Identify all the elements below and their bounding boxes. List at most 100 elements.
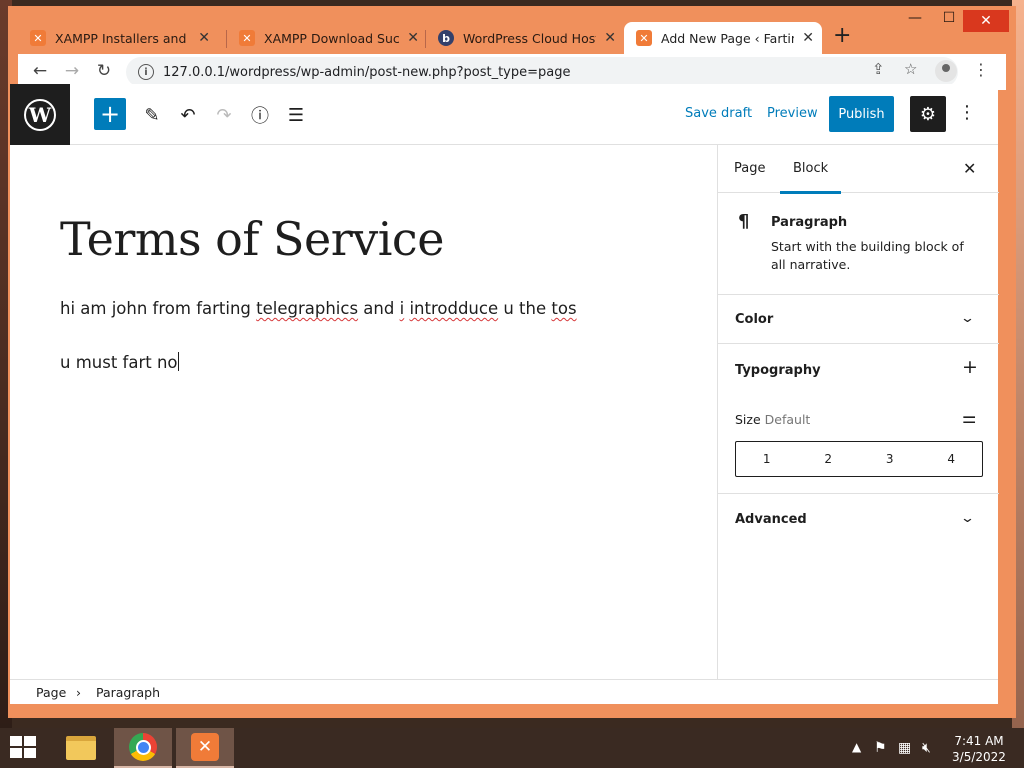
forward-button[interactable]: → xyxy=(60,61,84,81)
save-draft-button[interactable]: Save draft xyxy=(685,106,752,121)
paragraph-icon: ¶ xyxy=(738,211,750,232)
chrome-taskbar-button[interactable] xyxy=(114,728,172,768)
paragraph-text: hi am john from farting xyxy=(60,299,257,318)
chrome-icon xyxy=(129,733,157,761)
advanced-panel[interactable]: Advanced ⌄ xyxy=(718,494,999,544)
paragraph-text: u must fart no xyxy=(60,353,178,372)
chevron-down-icon: ⌄ xyxy=(959,511,976,526)
paragraph-block-active[interactable]: u must fart no xyxy=(60,352,179,372)
profile-avatar[interactable] xyxy=(935,60,957,82)
paragraph-text: u the xyxy=(498,299,552,318)
minimize-button[interactable]: — xyxy=(900,10,930,26)
xampp-icon: ✕ xyxy=(30,30,46,46)
page-title[interactable]: Terms of Service xyxy=(60,212,444,266)
share-icon[interactable]: ⇪ xyxy=(872,60,885,78)
paragraph-block[interactable]: hi am john from farting telegraphics and… xyxy=(60,299,577,318)
wordpress-editor: W + ✎ ↶ ↷ ⓘ ☰ Save draft Preview Publish… xyxy=(10,84,999,704)
tab-page[interactable]: Page xyxy=(734,161,765,176)
settings-gear-icon[interactable]: ⚙ xyxy=(910,96,946,132)
close-tab-icon[interactable]: ✕ xyxy=(407,30,419,46)
close-sidebar-icon[interactable]: ✕ xyxy=(963,159,976,178)
address-bar[interactable]: i 127.0.0.1/wordpress/wp-admin/post-new.… xyxy=(126,57,958,87)
editor-canvas[interactable]: Terms of Service hi am john from farting… xyxy=(10,145,717,679)
misspelled-word: introdduce xyxy=(409,299,499,318)
breadcrumb-item-page[interactable]: Page xyxy=(36,685,66,700)
font-size-option[interactable]: 2 xyxy=(798,442,860,476)
browser-tab[interactable]: b WordPress Cloud Hosting ✕ xyxy=(426,22,624,54)
url-text: 127.0.0.1/wordpress/wp-admin/post-new.ph… xyxy=(163,64,571,80)
editor-header: W + ✎ ↶ ↷ ⓘ ☰ Save draft Preview Publish… xyxy=(10,84,998,145)
details-info-icon[interactable]: ⓘ xyxy=(247,102,273,128)
list-view-icon[interactable]: ☰ xyxy=(283,102,309,128)
paragraph-text: and xyxy=(358,299,400,318)
font-size-option[interactable]: 4 xyxy=(921,442,983,476)
new-tab-button[interactable]: + xyxy=(833,25,851,47)
text-caret xyxy=(177,352,179,371)
font-size-picker: 1 2 3 4 xyxy=(735,441,983,477)
taskbar: ✕ ▲ ⚑ ▦ 🔇︎ 7:41 AM 3/5/2022 xyxy=(0,728,1024,768)
folder-icon xyxy=(66,736,96,760)
volume-muted-icon[interactable]: 🔇︎ xyxy=(922,740,931,756)
advanced-panel-title: Advanced xyxy=(735,512,807,527)
show-hidden-icons-icon[interactable]: ▲ xyxy=(852,740,861,754)
browser-tab[interactable]: ✕ XAMPP Download Succes ✕ xyxy=(227,22,427,54)
custom-size-icon[interactable]: ⚌ xyxy=(962,408,976,427)
close-tab-icon[interactable]: ✕ xyxy=(604,30,616,46)
font-size-option[interactable]: 3 xyxy=(859,442,921,476)
browser-menu-icon[interactable]: ⋮ xyxy=(973,60,989,79)
redo-icon[interactable]: ↷ xyxy=(211,102,237,128)
plus-icon[interactable]: + xyxy=(962,356,978,378)
network-icon[interactable]: ▦ xyxy=(898,740,911,756)
undo-icon[interactable]: ↶ xyxy=(175,102,201,128)
close-tab-icon[interactable]: ✕ xyxy=(802,30,814,46)
site-info-icon[interactable]: i xyxy=(138,64,154,80)
misspelled-word: telegraphics xyxy=(256,299,359,318)
xampp-icon: ✕ xyxy=(191,733,219,761)
misspelled-word: tos xyxy=(551,299,577,318)
tab-label: WordPress Cloud Hosting xyxy=(463,30,596,46)
browser-tab[interactable]: ✕ XAMPP Installers and Do ✕ xyxy=(18,22,218,54)
system-clock[interactable]: 7:41 AM 3/5/2022 xyxy=(948,733,1010,765)
chevron-right-icon: › xyxy=(76,685,81,700)
font-size-option[interactable]: 1 xyxy=(736,442,798,476)
close-tab-icon[interactable]: ✕ xyxy=(198,30,210,46)
options-menu-icon[interactable]: ⋮ xyxy=(958,102,976,123)
wordpress-icon: W xyxy=(24,98,56,131)
wordpress-logo[interactable]: W xyxy=(10,84,70,145)
publish-button[interactable]: Publish xyxy=(829,96,894,132)
block-description: Start with the building block of all nar… xyxy=(771,239,964,272)
font-size-label: Size Default xyxy=(735,412,810,427)
action-center-flag-icon[interactable]: ⚑ xyxy=(874,740,887,756)
xampp-icon: ✕ xyxy=(636,30,652,46)
tab-strip: ✕ XAMPP Installers and Do ✕ ✕ XAMPP Down… xyxy=(8,6,1016,54)
typography-panel: Typography + Size Default ⚌ 1 2 3 4 xyxy=(718,344,999,494)
reload-button[interactable]: ↻ xyxy=(92,61,116,81)
browser-tab-active[interactable]: ✕ Add New Page ‹ Farting T ✕ xyxy=(624,22,822,54)
chevron-down-icon: ⌄ xyxy=(959,311,976,326)
tab-label: XAMPP Installers and Do xyxy=(55,30,190,46)
color-panel-title: Color xyxy=(735,312,774,327)
preview-button[interactable]: Preview xyxy=(767,106,818,121)
file-explorer-button[interactable] xyxy=(52,728,110,768)
size-label: Size xyxy=(735,412,761,427)
maximize-button[interactable]: ☐ xyxy=(934,10,964,26)
size-value: Default xyxy=(764,412,811,427)
windows-start-icon[interactable] xyxy=(10,736,38,760)
xampp-taskbar-button[interactable]: ✕ xyxy=(176,728,234,768)
bookmark-star-icon[interactable]: ☆ xyxy=(904,60,917,78)
block-name: Paragraph xyxy=(771,215,848,230)
xampp-icon: ✕ xyxy=(239,30,255,46)
breadcrumb-item-paragraph[interactable]: Paragraph xyxy=(96,685,160,700)
add-block-button[interactable]: + xyxy=(94,98,126,130)
edit-tool-icon[interactable]: ✎ xyxy=(139,102,165,128)
clock-time: 7:41 AM xyxy=(954,734,1004,748)
back-button[interactable]: ← xyxy=(28,61,52,81)
typography-panel-title: Typography xyxy=(735,363,821,378)
block-card: ¶ Paragraph Start with the building bloc… xyxy=(718,193,999,295)
clock-date: 3/5/2022 xyxy=(952,750,1006,764)
close-window-button[interactable]: ✕ xyxy=(963,10,1009,32)
color-panel[interactable]: Color ⌄ xyxy=(718,295,999,344)
tab-label: Add New Page ‹ Farting T xyxy=(661,30,794,46)
tab-block[interactable]: Block xyxy=(779,161,842,194)
tab-label: XAMPP Download Succes xyxy=(264,30,400,46)
